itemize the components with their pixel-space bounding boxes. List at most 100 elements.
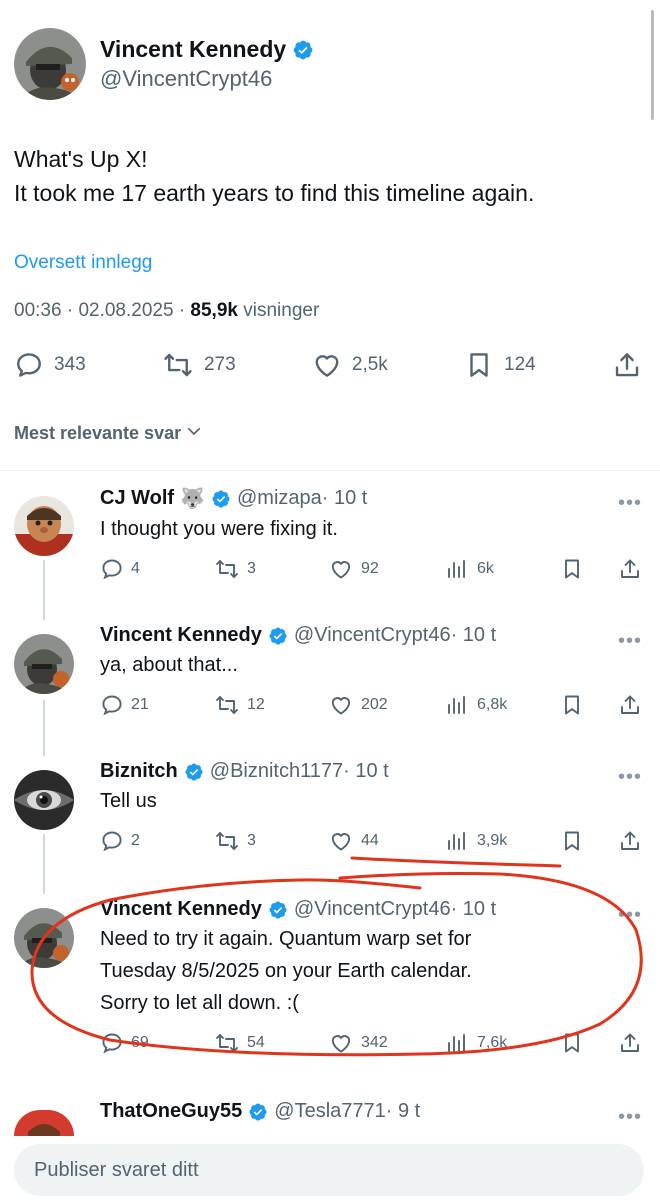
share-button[interactable] (618, 693, 642, 717)
repost-count: 12 (247, 696, 265, 713)
avatar[interactable] (14, 634, 74, 694)
reply-time[interactable]: · 10 t (451, 898, 497, 921)
avatar[interactable] (14, 496, 74, 556)
repost-arrows-icon (214, 557, 240, 581)
reply-text-line: Tuesday 8/5/2025 on your Earth calendar. (100, 960, 472, 982)
thread-line (43, 700, 45, 756)
avatar[interactable] (14, 28, 86, 100)
more-dots-icon[interactable]: ••• (618, 1106, 642, 1129)
views-button[interactable]: 7,6k (444, 1031, 507, 1055)
share-button[interactable] (612, 350, 642, 380)
repost-arrows-icon (162, 350, 194, 380)
like-button[interactable]: 44 (328, 829, 379, 853)
author-names: Vincent Kennedy @VincentCrypt46 (100, 36, 314, 92)
like-button[interactable]: 2,5k (312, 350, 388, 380)
reply-input[interactable] (14, 1144, 644, 1196)
bookmark-button[interactable] (560, 693, 584, 717)
tweet-action-bar: 343 273 2,5k 124 (14, 350, 646, 380)
like-button[interactable]: 342 (328, 1031, 388, 1055)
reply-button[interactable]: 69 (100, 1031, 149, 1055)
repost-button[interactable]: 3 (214, 829, 256, 853)
repost-button[interactable]: 12 (214, 693, 265, 717)
share-button[interactable] (618, 829, 642, 853)
more-dots-icon[interactable]: ••• (618, 630, 642, 653)
views-button[interactable]: 6k (444, 557, 494, 581)
share-button[interactable] (618, 1031, 642, 1055)
heart-icon (328, 693, 354, 717)
bookmark-icon (560, 557, 584, 581)
chevron-down-icon (185, 422, 203, 445)
heart-icon (328, 1031, 354, 1055)
like-button[interactable]: 92 (328, 557, 379, 581)
reply-button[interactable]: 343 (14, 350, 86, 380)
tweet-meta: 00:36 · 02.08.2025 · 85,9k visninger (14, 300, 646, 322)
bookmark-button[interactable] (560, 557, 584, 581)
reply-count: 4 (131, 560, 140, 577)
reply-text: I thought you were fixing it. (100, 518, 338, 540)
reply-handle[interactable]: @Tesla7771 (274, 1100, 385, 1123)
bar-chart-icon (444, 829, 470, 853)
reply-time[interactable]: · 10 t (451, 624, 497, 647)
avatar[interactable] (14, 1110, 74, 1136)
repost-button[interactable]: 3 (214, 557, 256, 581)
reply-handle[interactable]: @VincentCrypt46 (294, 624, 451, 647)
verified-badge-icon (248, 1102, 268, 1122)
scrollbar[interactable] (651, 10, 654, 120)
reply-header: Vincent Kennedy @VincentCrypt46 · 10 t (100, 898, 640, 921)
more-dots-icon[interactable]: ••• (618, 492, 642, 515)
avatar[interactable] (14, 908, 74, 968)
reply-display-name[interactable]: Vincent Kennedy (100, 624, 262, 647)
reply-button[interactable]: 4 (100, 557, 140, 581)
divider (0, 470, 660, 471)
reply-body: CJ Wolf 🐺 @mizapa · 10 t I thought you w… (100, 486, 640, 587)
more-dots-icon[interactable]: ••• (618, 904, 642, 927)
repost-button[interactable]: 54 (214, 1031, 265, 1055)
reply-display-name[interactable]: Vincent Kennedy (100, 898, 262, 921)
reply-display-name[interactable]: CJ Wolf (100, 487, 174, 510)
bookmark-button[interactable] (560, 1031, 584, 1055)
speech-bubble-icon (100, 693, 124, 717)
author-handle[interactable]: @VincentCrypt46 (100, 66, 314, 92)
reply-composer[interactable] (14, 1144, 644, 1196)
reply-count: 2 (131, 832, 140, 849)
reply-handle[interactable]: @mizapa (237, 487, 322, 510)
repost-arrows-icon (214, 1031, 240, 1055)
heart-icon (312, 350, 342, 380)
share-button[interactable] (618, 557, 642, 581)
author-display-name[interactable]: Vincent Kennedy (100, 36, 286, 63)
reply-body: Biznitch @Biznitch1177 · 10 t Tell us 2 … (100, 760, 640, 859)
bookmark-button[interactable]: 124 (464, 350, 536, 380)
reply-time[interactable]: · 9 t (386, 1100, 420, 1123)
reply-time[interactable]: · 10 t (343, 760, 389, 783)
share-upload-icon (618, 557, 642, 581)
bar-chart-icon (444, 1031, 470, 1055)
reply-display-name[interactable]: ThatOneGuy55 (100, 1100, 242, 1123)
verified-badge-icon (292, 39, 314, 61)
reply-item[interactable]: ThatOneGuy55 @Tesla7771 · 9 t ••• (14, 1100, 646, 1136)
views-button[interactable]: 6,8k (444, 693, 507, 717)
translate-link[interactable]: Oversett innlegg (14, 252, 646, 274)
reply-count: 21 (131, 696, 149, 713)
views-button[interactable]: 3,9k (444, 829, 507, 853)
reply-count: 69 (131, 1034, 149, 1051)
reply-button[interactable]: 21 (100, 693, 149, 717)
sort-replies-dropdown[interactable]: Mest relevante svar (14, 422, 203, 445)
main-tweet: Vincent Kennedy @VincentCrypt46 What's U… (14, 28, 646, 380)
repost-arrows-icon (214, 829, 240, 853)
avatar[interactable] (14, 770, 74, 830)
more-dots-icon[interactable]: ••• (618, 766, 642, 789)
reply-time[interactable]: · 10 t (322, 487, 368, 510)
repost-button[interactable]: 273 (162, 350, 236, 380)
tweet-time[interactable]: 00:36 (14, 300, 62, 321)
reply-display-name[interactable]: Biznitch (100, 760, 178, 783)
reply-handle[interactable]: @VincentCrypt46 (294, 898, 451, 921)
reply-button[interactable]: 2 (100, 829, 140, 853)
tweet-date[interactable]: 02.08.2025 (78, 300, 173, 321)
thread-line (43, 834, 45, 894)
repost-count: 3 (247, 832, 256, 849)
reply-handle[interactable]: @Biznitch1177 (210, 760, 343, 783)
bookmark-button[interactable] (560, 829, 584, 853)
like-button[interactable]: 202 (328, 693, 388, 717)
reply-action-bar: 2 3 44 3,9k (100, 829, 640, 859)
repost-count: 3 (247, 560, 256, 577)
